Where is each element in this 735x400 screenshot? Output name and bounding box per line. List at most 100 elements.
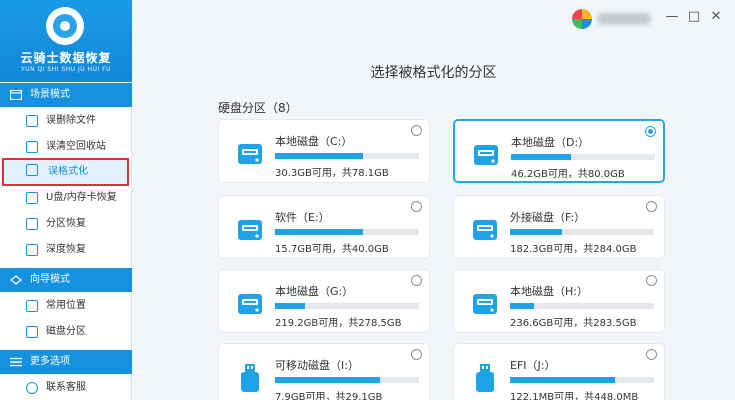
partition-radio[interactable] [646, 275, 657, 286]
section-guide-mode[interactable]: 向导模式 [0, 268, 132, 292]
hard-disk-icon [472, 290, 498, 318]
usage-bar-fill [275, 303, 305, 309]
restore-button[interactable]: □ [686, 9, 702, 25]
hard-disk-icon [472, 216, 498, 244]
logo-icon [46, 7, 84, 45]
partition-name: EFI（J:） [510, 359, 556, 372]
usage-bar [275, 377, 419, 383]
usage-bar-fill [510, 229, 562, 235]
customer-service-icon [26, 382, 38, 394]
hard-disk-icon [237, 216, 263, 244]
usb-icon [26, 192, 38, 204]
partition-card[interactable]: 外接磁盘（F:） 182.3GB可用，共284.0GB [453, 195, 665, 259]
user-avatar-icon[interactable] [572, 9, 592, 29]
sidebar-item-deep-recovery[interactable]: 深度恢复 [2, 238, 129, 262]
app-logo: 云骑士数据恢复 YUN QI SHI SHU JU HUI FU [0, 0, 132, 82]
sidebar-item-format[interactable]: 误格式化 [2, 158, 129, 186]
usage-bar-fill [511, 154, 571, 160]
usage-bar [275, 229, 419, 235]
usage-bar-fill [275, 229, 363, 235]
partition-icon [26, 218, 38, 230]
partition-name: 本地磁盘（H:） [510, 285, 588, 298]
sidebar-item-customer-service[interactable]: 联系客服 [2, 376, 129, 400]
section-label: 更多选项 [30, 356, 70, 367]
partition-capacity: 46.2GB可用，共80.0GB [511, 169, 625, 180]
sidebar-item-label: 常用位置 [46, 300, 86, 311]
partition-name: 软件（E:） [275, 211, 330, 224]
partition-capacity: 7.9GB可用，共29.1GB [275, 392, 383, 400]
partition-radio[interactable] [646, 201, 657, 212]
partition-radio[interactable] [645, 126, 656, 137]
sidebar-item-partition-recovery[interactable]: 分区恢复 [2, 212, 129, 236]
common-location-icon [26, 300, 38, 312]
partition-capacity: 15.7GB可用，共40.0GB [275, 244, 389, 255]
sidebar-item-common-locations[interactable]: 常用位置 [2, 294, 129, 318]
partition-capacity: 122.1MB可用，共448.0MB [510, 392, 639, 400]
title-bar: — □ ✕ [132, 0, 735, 36]
partition-radio[interactable] [411, 201, 422, 212]
usage-bar [511, 154, 655, 160]
guide-mode-icon [10, 275, 22, 285]
section-label: 向导模式 [30, 274, 70, 285]
usage-bar [275, 153, 419, 159]
partition-card[interactable]: 可移动磁盘（I:） 7.9GB可用，共29.1GB [218, 343, 430, 400]
partition-capacity: 236.6GB可用，共283.5GB [510, 318, 637, 329]
hard-disk-icon [237, 140, 263, 168]
partition-card[interactable]: 本地磁盘（G:） 219.2GB可用，共278.5GB [218, 269, 430, 333]
sidebar: 云骑士数据恢复 YUN QI SHI SHU JU HUI FU 场景模式 误删… [0, 0, 132, 400]
scene-mode-icon [10, 90, 22, 100]
sidebar-item-label: 误格式化 [48, 166, 88, 177]
partition-card[interactable]: EFI（J:） 122.1MB可用，共448.0MB [453, 343, 665, 400]
partition-name: 本地磁盘（C:） [275, 135, 353, 148]
hard-disk-icon [237, 290, 263, 318]
sidebar-item-label: 深度恢复 [46, 244, 86, 255]
minimize-button[interactable]: — [664, 9, 680, 25]
partition-radio[interactable] [646, 349, 657, 360]
usage-bar-fill [275, 377, 380, 383]
partition-name: 本地磁盘（G:） [275, 285, 354, 298]
usage-bar-fill [510, 377, 615, 383]
partition-card[interactable]: 本地磁盘（D:） 46.2GB可用，共80.0GB [453, 119, 665, 183]
sidebar-item-disk-partition[interactable]: 磁盘分区 [2, 320, 129, 344]
usb-drive-icon [472, 364, 498, 392]
usage-bar [510, 303, 654, 309]
hard-disk-icon [473, 141, 499, 169]
sidebar-item-usb-recovery[interactable]: U盘/内存卡恢复 [2, 186, 129, 210]
sidebar-item-label: 分区恢复 [46, 218, 86, 229]
partition-card[interactable]: 本地磁盘（H:） 236.6GB可用，共283.5GB [453, 269, 665, 333]
disk-partition-icon [26, 326, 38, 338]
recycle-bin-icon [26, 141, 38, 153]
usage-bar [510, 229, 654, 235]
usage-bar-fill [510, 303, 534, 309]
close-button[interactable]: ✕ [708, 9, 724, 25]
page-title: 选择被格式化的分区 [370, 65, 497, 81]
partition-capacity: 182.3GB可用，共284.0GB [510, 244, 637, 255]
usb-drive-icon [237, 364, 263, 392]
partition-radio[interactable] [411, 125, 422, 136]
more-options-icon [10, 357, 22, 367]
partition-name: 可移动磁盘（I:） [275, 359, 359, 372]
section-more-options[interactable]: 更多选项 [0, 350, 132, 374]
partition-capacity: 219.2GB可用，共278.5GB [275, 318, 402, 329]
usage-bar-fill [275, 153, 363, 159]
sidebar-item-label: 联系客服 [46, 382, 86, 393]
partition-card[interactable]: 软件（E:） 15.7GB可用，共40.0GB [218, 195, 430, 259]
partition-card[interactable]: 本地磁盘（C:） 30.3GB可用，共78.1GB [218, 119, 430, 183]
partition-radio[interactable] [411, 349, 422, 360]
sidebar-item-deleted-files[interactable]: 误删除文件 [2, 109, 129, 133]
usage-bar [275, 303, 419, 309]
partition-name: 外接磁盘（F:） [510, 211, 586, 224]
partition-capacity: 30.3GB可用，共78.1GB [275, 168, 389, 179]
sidebar-item-recycle-bin[interactable]: 误清空回收站 [2, 135, 129, 159]
section-label: 场景模式 [30, 89, 70, 100]
usage-bar [510, 377, 654, 383]
section-scene-mode[interactable]: 场景模式 [0, 83, 132, 107]
sidebar-item-label: U盘/内存卡恢复 [46, 192, 117, 203]
format-icon [26, 164, 38, 176]
app-name: 云骑士数据恢复 [20, 51, 112, 65]
partition-name: 本地磁盘（D:） [511, 136, 590, 149]
app-name-en: YUN QI SHI SHU JU HUI FU [21, 66, 111, 73]
partition-radio[interactable] [411, 275, 422, 286]
disk-section-label: 硬盘分区（8） [218, 101, 298, 115]
deleted-file-icon [26, 115, 38, 127]
